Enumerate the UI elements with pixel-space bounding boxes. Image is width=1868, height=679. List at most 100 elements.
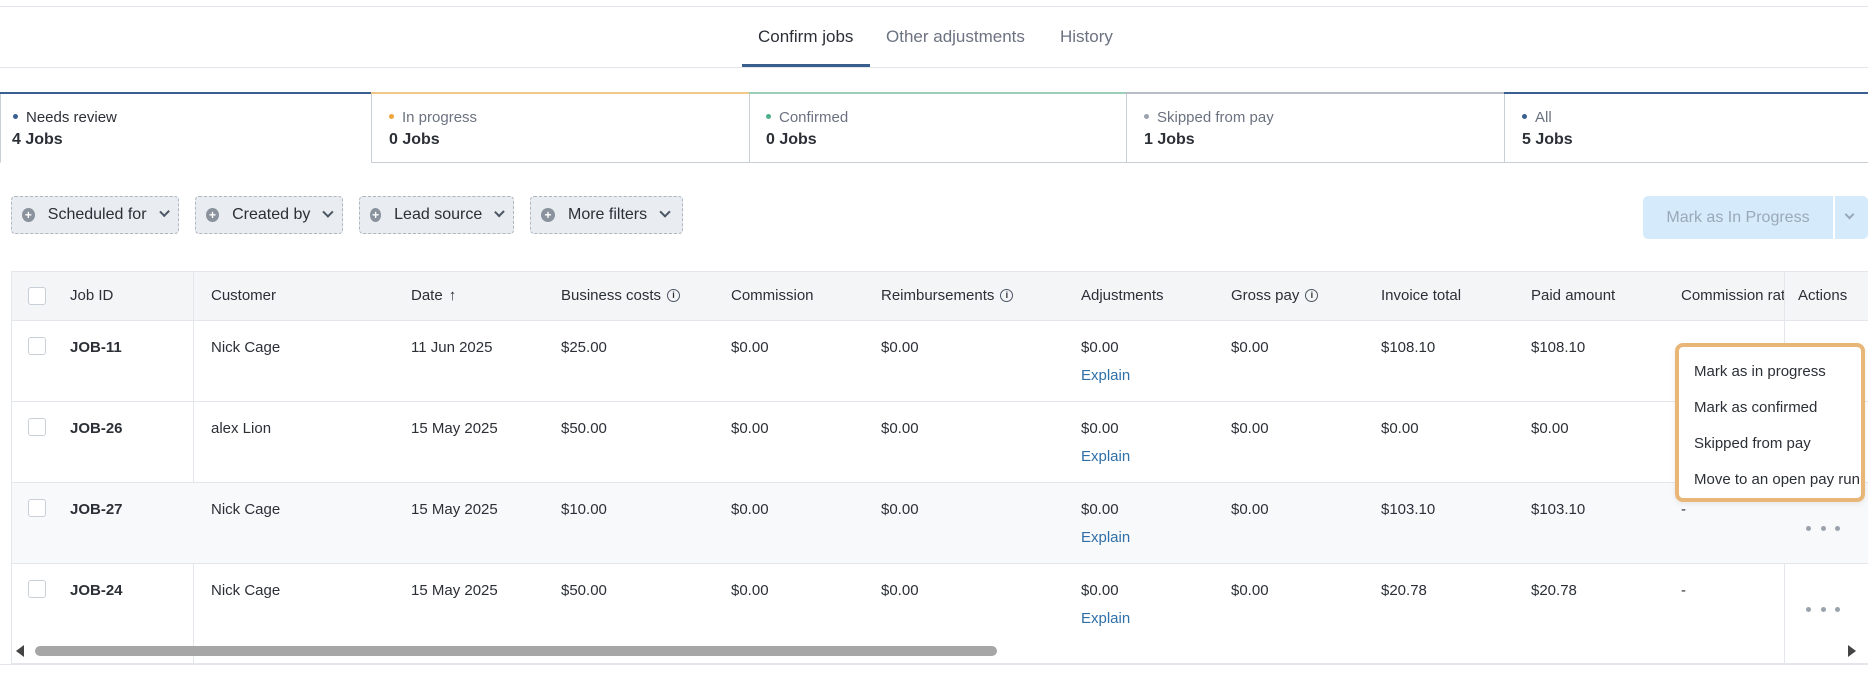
column-header-reimbursements[interactable]: Reimbursements i: [881, 287, 1014, 304]
cell-adjustments: $0.00: [1081, 420, 1119, 437]
jobs-table: Job ID Customer Date ↑ Business costs i Co…: [11, 271, 1868, 664]
table-row[interactable]: JOB-26 alex Lion 15 May 2025 $50.00 $0.0…: [12, 401, 1868, 482]
scroll-right-arrow-icon[interactable]: [1848, 645, 1856, 657]
scrollbar-thumb[interactable]: [35, 646, 997, 656]
cell-business-costs: $50.00: [561, 582, 607, 599]
tab-confirm-jobs[interactable]: Confirm jobs: [758, 27, 853, 47]
explain-link[interactable]: Explain: [1081, 610, 1130, 627]
cell-date: 15 May 2025: [411, 501, 498, 518]
row-checkbox[interactable]: [28, 580, 46, 598]
active-tab-indicator: [742, 64, 870, 67]
cell-job-id[interactable]: JOB-26: [70, 420, 123, 437]
status-dot-icon: [389, 113, 394, 119]
cell-business-costs: $25.00: [561, 339, 607, 356]
status-card-needs-review[interactable]: Needs review 4 Jobs: [0, 92, 372, 163]
table-row[interactable]: JOB-11 Nick Cage 11 Jun 2025 $25.00 $0.0…: [12, 320, 1868, 401]
menu-item-mark-confirmed[interactable]: Mark as confirmed: [1694, 399, 1817, 416]
status-dot-icon: [766, 113, 771, 119]
status-dot-icon: [13, 113, 18, 119]
select-all-checkbox[interactable]: [28, 287, 46, 305]
scroll-left-arrow-icon[interactable]: [16, 645, 24, 657]
cell-job-id[interactable]: JOB-27: [70, 501, 123, 518]
bulk-actions-dropdown-button[interactable]: [1835, 196, 1868, 239]
chevron-down-icon: [158, 206, 170, 218]
row-checkbox[interactable]: [28, 499, 46, 517]
column-header-customer[interactable]: Customer: [211, 287, 276, 304]
status-card-bar: [749, 92, 1127, 94]
column-header-job-id[interactable]: Job ID: [70, 287, 113, 304]
status-card-label: In progress: [389, 109, 477, 126]
menu-item-mark-in-progress[interactable]: Mark as in progress: [1694, 363, 1826, 380]
table-row[interactable]: JOB-24 Nick Cage 15 May 2025 $50.00 $0.0…: [12, 563, 1868, 644]
cell-commission: $0.00: [731, 339, 769, 356]
status-card-confirmed[interactable]: Confirmed 0 Jobs: [749, 92, 1127, 163]
column-header-commission[interactable]: Commission: [731, 287, 814, 304]
status-card-all[interactable]: All 5 Jobs: [1504, 92, 1868, 163]
filter-more-filters[interactable]: + More filters: [530, 196, 683, 234]
cell-job-id[interactable]: JOB-24: [70, 582, 123, 599]
cell-invoice-total: $108.10: [1381, 339, 1436, 356]
mark-in-progress-button[interactable]: Mark as In Progress: [1643, 196, 1833, 239]
plus-circle-icon: +: [541, 208, 555, 222]
chevron-down-icon: [494, 206, 505, 218]
status-card-bar: [1126, 92, 1505, 94]
status-card-label: Skipped from pay: [1144, 109, 1274, 126]
cell-gross-pay: $0.00: [1231, 420, 1269, 437]
row-checkbox[interactable]: [28, 337, 46, 355]
status-card-skipped-from-pay[interactable]: Skipped from pay 1 Jobs: [1126, 92, 1505, 163]
plus-circle-icon: +: [22, 208, 35, 222]
cell-gross-pay: $0.00: [1231, 582, 1269, 599]
column-header-paid-amount[interactable]: Paid amount: [1531, 287, 1615, 304]
status-card-bar: [371, 92, 750, 94]
info-icon[interactable]: i: [1305, 288, 1319, 302]
filter-label: More filters: [568, 206, 648, 223]
explain-link[interactable]: Explain: [1081, 448, 1130, 465]
tab-other-adjustments[interactable]: Other adjustments: [886, 27, 1025, 47]
cell-paid-amount: $20.78: [1531, 582, 1577, 599]
cell-commission: $0.00: [731, 420, 769, 437]
status-card-in-progress[interactable]: In progress 0 Jobs: [371, 92, 750, 163]
cell-invoice-total: $20.78: [1381, 582, 1427, 599]
cell-job-id[interactable]: JOB-11: [70, 339, 122, 356]
cell-paid-amount: $103.10: [1531, 501, 1586, 518]
info-icon[interactable]: i: [1000, 288, 1014, 302]
row-actions-more-icon[interactable]: [1806, 601, 1840, 617]
cell-reimbursements: $0.00: [881, 582, 919, 599]
info-icon[interactable]: i: [667, 288, 681, 302]
column-header-invoice-total[interactable]: Invoice total: [1381, 287, 1461, 304]
column-header-commission-rate[interactable]: Commission rat: [1681, 287, 1796, 304]
cell-commission: $0.00: [731, 582, 769, 599]
explain-link[interactable]: Explain: [1081, 529, 1130, 546]
status-card-label: All: [1522, 109, 1552, 126]
status-card-count: 1 Jobs: [1144, 131, 1195, 148]
cell-commission-rate: -: [1681, 582, 1686, 599]
status-card-count: 0 Jobs: [766, 131, 817, 148]
filter-created-by[interactable]: + Created by: [195, 196, 343, 234]
sort-arrow-up-icon: ↑: [448, 287, 457, 304]
cell-date: 11 Jun 2025: [411, 339, 493, 356]
chevron-down-icon: [659, 206, 671, 218]
column-header-gross-pay[interactable]: Gross pay i: [1231, 287, 1319, 304]
tab-history[interactable]: History: [1060, 27, 1113, 47]
cell-customer: Nick Cage: [211, 501, 281, 518]
cell-customer: Nick Cage: [211, 339, 281, 356]
status-card-label: Needs review: [13, 109, 117, 126]
plus-circle-icon: +: [206, 208, 220, 222]
column-header-date[interactable]: Date ↑: [411, 287, 456, 304]
status-dot-icon: [1144, 113, 1149, 119]
cell-business-costs: $10.00: [561, 501, 607, 518]
explain-link[interactable]: Explain: [1081, 367, 1130, 384]
filter-scheduled-for[interactable]: + Scheduled for: [11, 196, 179, 234]
menu-item-move-to-open-pay-run[interactable]: Move to an open pay run: [1694, 471, 1860, 488]
chevron-down-icon: [322, 206, 334, 218]
column-header-adjustments[interactable]: Adjustments: [1081, 287, 1164, 304]
cell-adjustments: $0.00: [1081, 582, 1119, 599]
filter-lead-source[interactable]: + Lead source: [359, 196, 514, 234]
menu-item-skipped-from-pay[interactable]: Skipped from pay: [1694, 435, 1811, 452]
column-header-business-costs[interactable]: Business costs i: [561, 287, 681, 304]
filter-label: Lead source: [394, 206, 483, 223]
table-row[interactable]: JOB-27 Nick Cage 15 May 2025 $10.00 $0.0…: [12, 482, 1868, 563]
row-actions-menu: Mark as in progress Mark as confirmed Sk…: [1675, 343, 1865, 502]
row-actions-more-icon[interactable]: [1806, 520, 1840, 536]
row-checkbox[interactable]: [28, 418, 46, 436]
